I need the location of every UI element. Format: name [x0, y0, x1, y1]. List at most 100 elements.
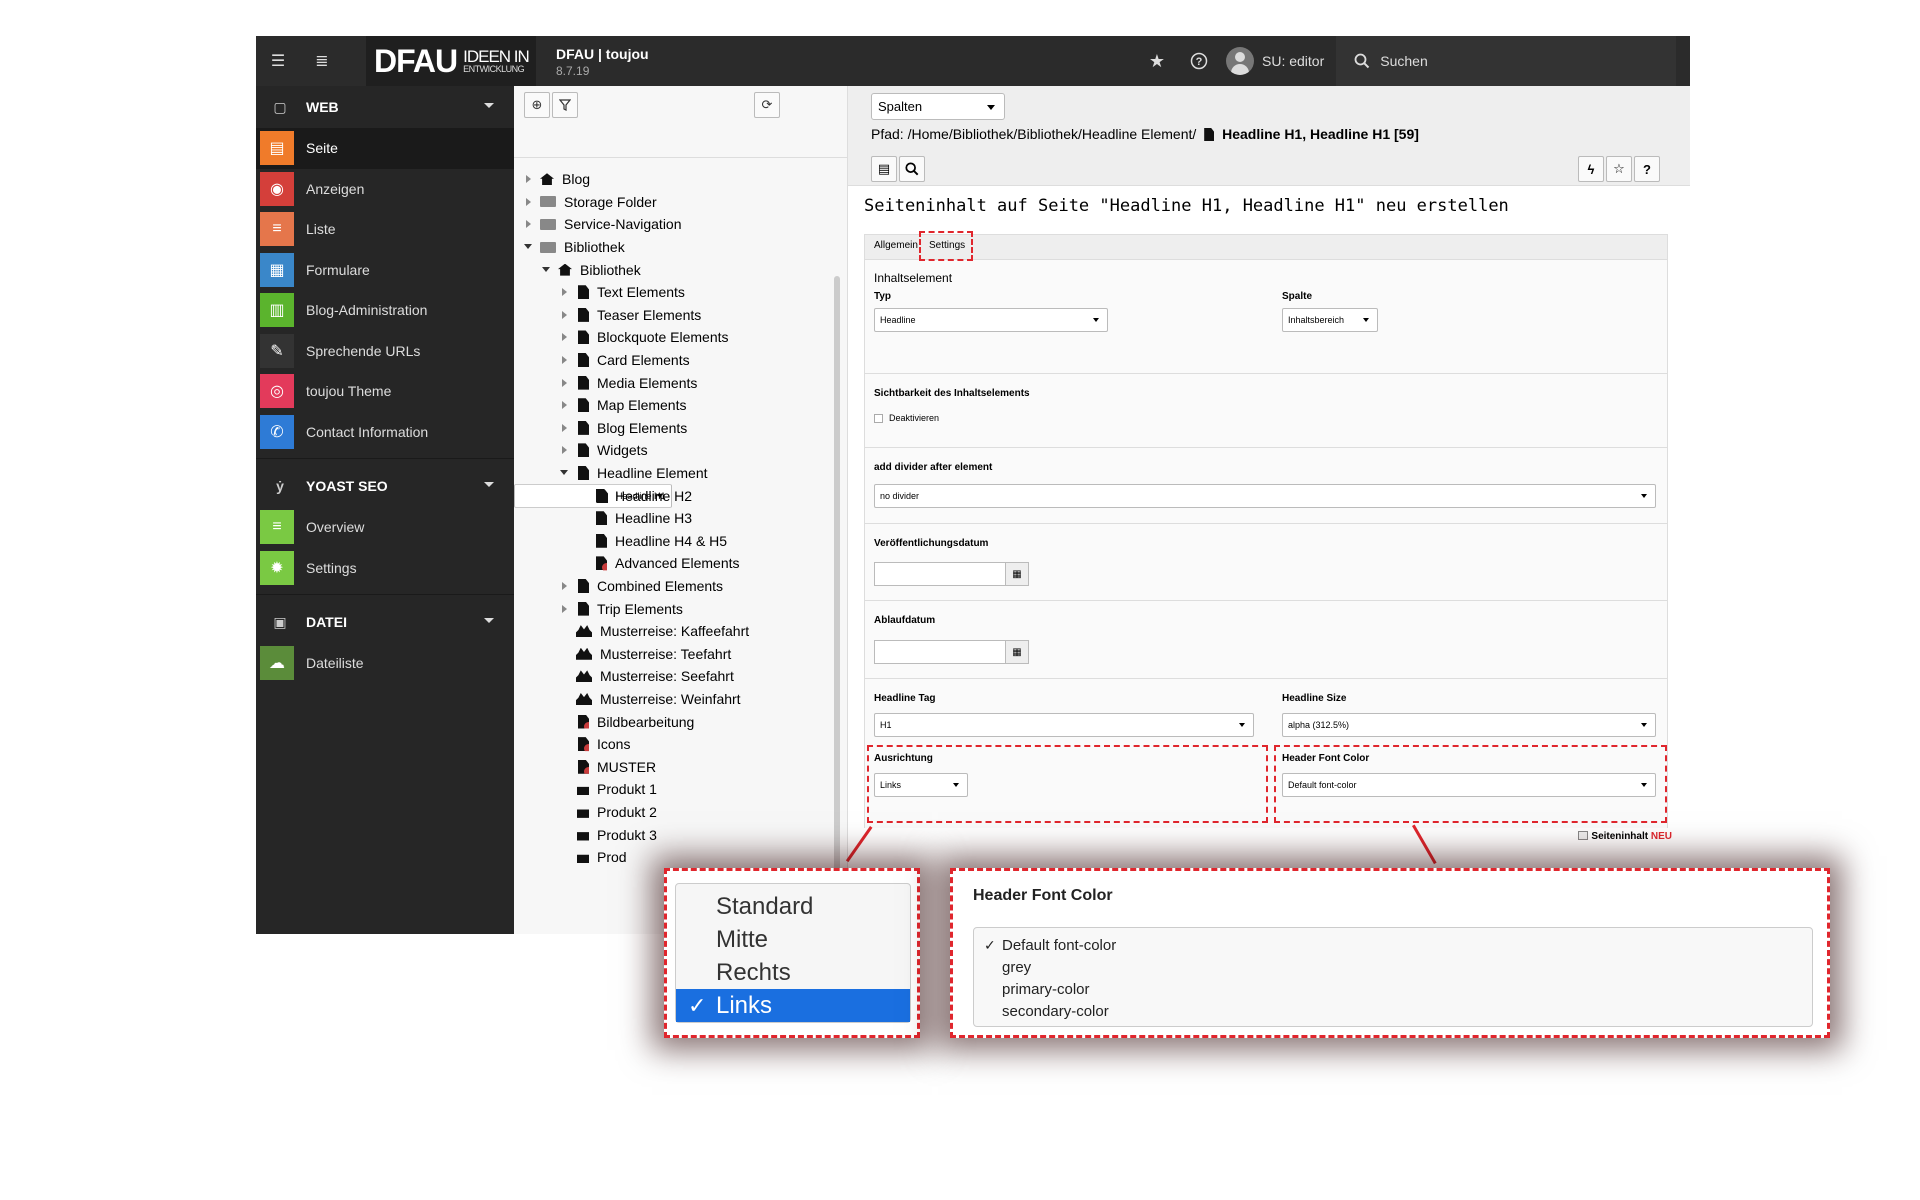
tree-node[interactable]: Widgets [514, 439, 848, 462]
refresh-icon[interactable]: ⟳ [754, 92, 780, 118]
lightning-icon[interactable]: ϟ [1578, 156, 1604, 182]
view-search-icon[interactable] [899, 156, 925, 182]
tree-node[interactable]: Bibliothek [514, 258, 848, 281]
tree-node[interactable]: Blockquote Elements [514, 326, 848, 349]
tree-toggle-icon[interactable] [560, 423, 570, 433]
tree-toggle-icon[interactable] [560, 378, 570, 388]
tree-node[interactable]: Bildbearbeitung [514, 710, 848, 733]
tree-toggle-icon[interactable] [524, 219, 534, 229]
tree-toggle-icon[interactable] [560, 310, 570, 320]
alignment-option[interactable]: ✓ Links [676, 989, 910, 1022]
tree-toggle-icon[interactable] [542, 265, 552, 275]
tree-toggle-icon[interactable] [560, 604, 570, 614]
alignment-option[interactable]: Mitte [676, 923, 910, 956]
new-page-icon[interactable]: ⊕ [524, 92, 550, 118]
module-item-anzeigen[interactable]: ◉ Anzeigen [256, 169, 514, 210]
font-color-option[interactable]: secondary-color [974, 1000, 1812, 1022]
alignment-option[interactable]: Rechts [676, 956, 910, 989]
tree-node[interactable]: Headline H4 & H5 [514, 530, 848, 553]
module-item-dateiliste[interactable]: ☁ Dateiliste [256, 643, 514, 684]
save-close-icon[interactable]: ▤ [871, 156, 897, 182]
search-field[interactable]: Suchen [1336, 36, 1677, 86]
tree-toggle-icon[interactable] [560, 581, 570, 591]
publish-date-input[interactable] [874, 562, 1006, 586]
tree-node[interactable]: Headline Element [514, 462, 848, 485]
tree-node[interactable]: Musterreise: Weinfahrt [514, 688, 848, 711]
module-group-yoast[interactable]: ẏ YOAST SEO [256, 465, 514, 507]
module-item-seite[interactable]: ▤ Seite [256, 128, 514, 169]
help-button[interactable]: ? [1634, 156, 1660, 182]
tree-node[interactable]: Service-Navigation [514, 213, 848, 236]
module-menu-toggle-icon[interactable]: ☰ [256, 36, 300, 86]
module-item-blog-administration[interactable]: ▥ Blog-Administration [256, 290, 514, 331]
tree-node[interactable]: Teaser Elements [514, 304, 848, 327]
tree-node[interactable]: Icons [514, 733, 848, 756]
module-item-formulare[interactable]: ▦ Formulare [256, 250, 514, 291]
bookmark-star-icon[interactable]: ★ [1136, 36, 1178, 86]
headline-tag-select[interactable]: H1 [874, 713, 1254, 737]
tree-node[interactable]: Musterreise: Kaffeefahrt [514, 620, 848, 643]
tree-toggle-icon[interactable] [524, 197, 534, 207]
divider-select[interactable]: no divider [874, 484, 1656, 508]
tree-node[interactable]: Storage Folder [514, 191, 848, 214]
tree-scrollbar[interactable] [834, 276, 840, 896]
tree-toggle-icon[interactable] [560, 287, 570, 297]
headline-size-select[interactable]: alpha (312.5%) [1282, 713, 1656, 737]
tree-node[interactable]: Musterreise: Seefahrt [514, 665, 848, 688]
calendar-icon[interactable]: ▦ [1005, 562, 1029, 586]
expire-date-input[interactable] [874, 640, 1006, 664]
tree-node[interactable]: Headline H2 [514, 484, 848, 507]
tree-node[interactable]: Map Elements [514, 394, 848, 417]
filter-icon[interactable] [552, 92, 578, 118]
tree-node[interactable]: MUSTER [514, 755, 848, 778]
alignment-option[interactable]: Standard [676, 890, 910, 923]
tree-toggle-icon[interactable]: ≣ [300, 36, 344, 86]
section-expire-date: Ablaufdatum ▦ [865, 600, 1667, 678]
tree-toggle-icon[interactable] [560, 468, 570, 478]
tree-node[interactable]: Advanced Elements [514, 552, 848, 575]
tree-node[interactable]: Produkt 2 [514, 801, 848, 824]
font-color-option[interactable]: grey [974, 956, 1812, 978]
tree-toggle-icon[interactable] [560, 445, 570, 455]
tree-node[interactable]: Produkt 1 [514, 778, 848, 801]
tree-node[interactable]: Trip Elements [514, 597, 848, 620]
module-item-toujou-theme[interactable]: ◎ toujou Theme [256, 371, 514, 412]
tree-node[interactable]: Text Elements [514, 281, 848, 304]
font-color-option[interactable]: ✓ Default font-color [974, 934, 1812, 956]
tree-node[interactable]: Card Elements [514, 349, 848, 372]
tree-toggle-icon[interactable] [524, 242, 534, 252]
tree-node-label: Musterreise: Teefahrt [600, 645, 732, 662]
column-select[interactable]: Spalten [871, 93, 1005, 120]
typ-select[interactable]: Headline [874, 308, 1108, 332]
module-group-datei[interactable]: ▣ DATEI [256, 601, 514, 643]
tree-toggle-icon[interactable] [524, 174, 534, 184]
user-menu[interactable]: SU: editor [1220, 36, 1336, 86]
tab-allgemein[interactable]: Allgemein [874, 240, 918, 251]
tree-node[interactable]: Produkt 3 [514, 823, 848, 846]
tree-node[interactable]: Blog Elements [514, 417, 848, 440]
help-icon[interactable]: ? [1178, 36, 1220, 86]
tree-node[interactable]: Combined Elements [514, 575, 848, 598]
module-item-settings[interactable]: ✹ Settings [256, 548, 514, 589]
tree-node[interactable]: Prod [514, 846, 848, 869]
calendar-icon[interactable]: ▦ [1005, 640, 1029, 664]
module-item-sprechende-urls[interactable]: ✎ Sprechende URLs [256, 331, 514, 372]
tree-toggle-icon[interactable] [560, 332, 570, 342]
deaktivieren-checkbox[interactable] [874, 414, 883, 423]
module-item-contact-information[interactable]: ✆ Contact Information [256, 412, 514, 453]
tree-node[interactable]: Headline H3 [514, 507, 848, 530]
chevron-down-icon [484, 618, 494, 623]
module-group-web[interactable]: ▢ WEB [256, 86, 514, 128]
module-item-liste[interactable]: ≡ Liste [256, 209, 514, 250]
font-color-option[interactable]: primary-color [974, 978, 1812, 1000]
spalte-select[interactable]: Inhaltsbereich [1282, 308, 1378, 332]
tree-toggle-icon[interactable] [560, 355, 570, 365]
tree-node[interactable]: Blog [514, 168, 848, 191]
logo[interactable]: DFAU IDEEN IN ENTWICKLUNG [366, 36, 536, 86]
tree-node[interactable]: Bibliothek [514, 236, 848, 259]
module-item-overview[interactable]: ≡ Overview [256, 507, 514, 548]
tree-node[interactable]: Media Elements [514, 371, 848, 394]
bookmark-icon[interactable]: ☆ [1606, 156, 1632, 182]
tree-node[interactable]: Musterreise: Teefahrt [514, 642, 848, 665]
tree-toggle-icon[interactable] [560, 400, 570, 410]
